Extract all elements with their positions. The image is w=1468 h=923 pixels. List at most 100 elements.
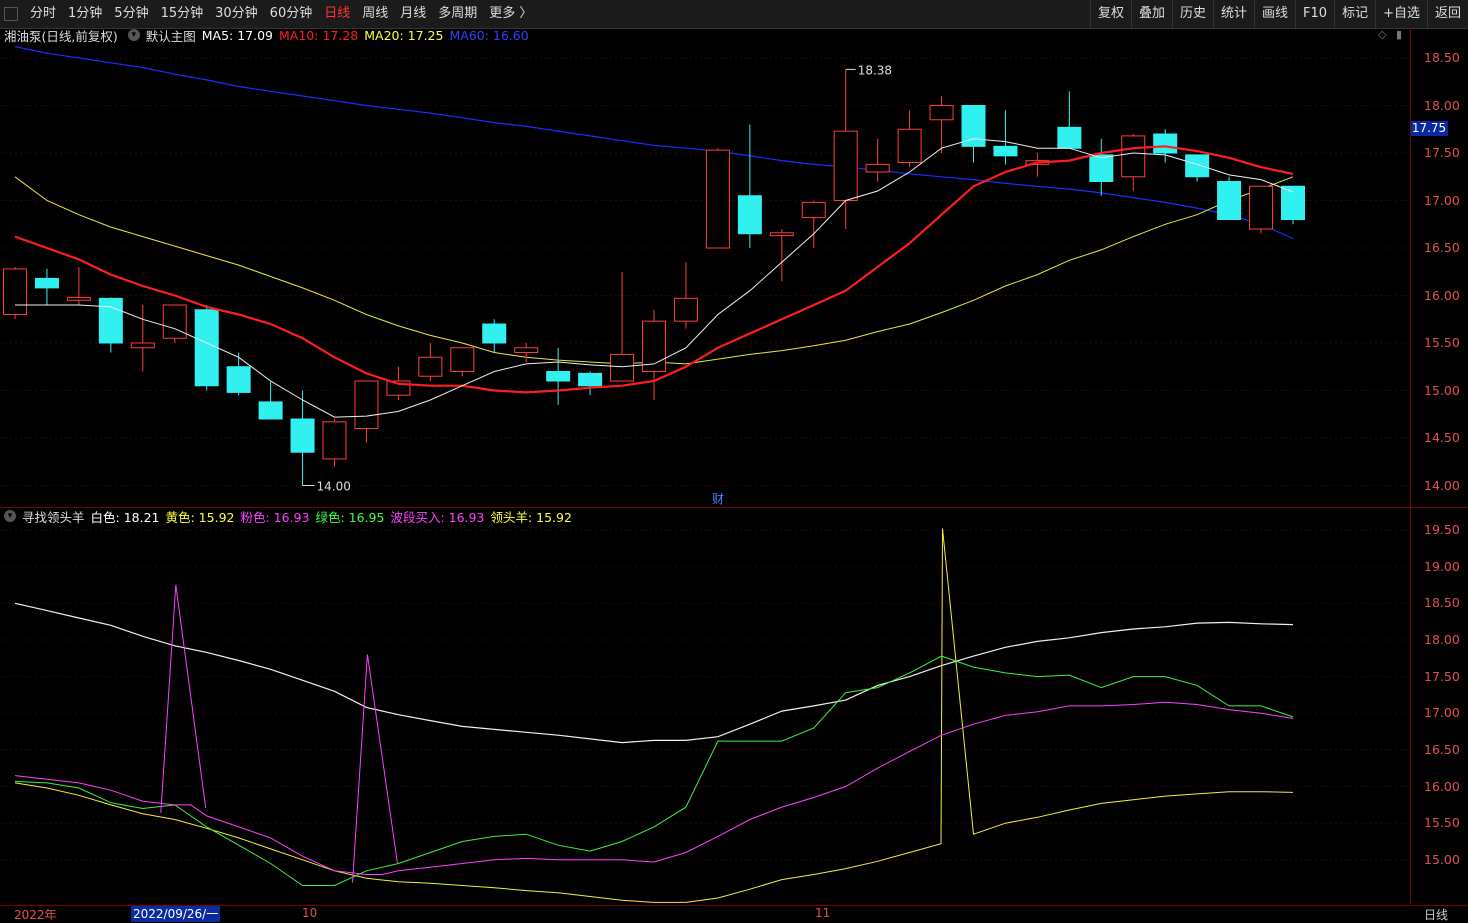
candle <box>1121 135 1146 178</box>
fin-marker: 财 <box>712 492 724 506</box>
ind-white-line <box>14 602 1294 744</box>
candle <box>737 195 762 235</box>
candle <box>1185 154 1210 178</box>
draw-button[interactable]: 画线 <box>1254 0 1295 28</box>
candle <box>993 145 1018 157</box>
high-label: 18.38 <box>858 63 892 77</box>
tab-5min[interactable]: 5分钟 <box>108 0 154 28</box>
ind-y-tick: 17.50 <box>1424 668 1460 684</box>
candle <box>258 401 283 420</box>
period-toolbar: 分时 1分钟 5分钟 15分钟 30分钟 60分钟 日线 周线 月线 多周期 更… <box>0 0 1468 29</box>
ind-pink-spike <box>160 584 207 813</box>
candle <box>322 421 347 460</box>
candle <box>801 201 826 219</box>
tab-more[interactable]: 更多 〉 <box>483 0 538 28</box>
indicator-chart[interactable] <box>0 509 1410 905</box>
ind-y-tick: 18.00 <box>1424 631 1460 647</box>
tool-buttons: 复权 叠加 历史 统计 画线 F10 标记 +自选 返回 <box>1089 0 1468 28</box>
tab-15min[interactable]: 15分钟 <box>155 0 210 28</box>
candle <box>418 356 443 377</box>
candle <box>1217 181 1242 220</box>
ind-y-tick: 18.50 <box>1424 595 1460 611</box>
candle <box>450 347 475 372</box>
ind-y-tick: 17.00 <box>1424 705 1460 721</box>
low-label: 14.00 <box>317 480 351 494</box>
overlay-button[interactable]: 叠加 <box>1130 0 1172 28</box>
candle <box>1249 185 1274 230</box>
candle <box>578 372 603 387</box>
candle <box>833 130 858 201</box>
ind-green-line <box>14 655 1294 886</box>
main-y-tick: 15.50 <box>1424 335 1460 350</box>
add-watchlist-button[interactable]: +自选 <box>1375 0 1427 28</box>
candle <box>162 304 187 339</box>
candle <box>1089 154 1114 183</box>
candle <box>290 418 315 453</box>
candle <box>673 297 698 322</box>
stats-button[interactable]: 统计 <box>1213 0 1254 28</box>
candle <box>961 105 986 147</box>
candle <box>929 105 954 121</box>
candle <box>1281 185 1305 220</box>
tab-60min[interactable]: 60分钟 <box>264 0 319 28</box>
candle <box>3 268 27 315</box>
main-y-tick: 18.00 <box>1424 97 1460 113</box>
candle <box>354 380 379 429</box>
ind-yellow-line <box>14 528 1294 903</box>
candlestick-chart[interactable]: 18.38 14.00 财 <box>0 40 1410 508</box>
x-label-year: 2022年 <box>14 908 57 922</box>
history-button[interactable]: 历史 <box>1171 0 1213 28</box>
ind-y-tick: 15.50 <box>1424 815 1460 831</box>
f10-button[interactable]: F10 <box>1295 0 1334 28</box>
candle <box>194 309 219 387</box>
candle <box>546 371 571 382</box>
ind-y-tick: 16.00 <box>1424 778 1460 794</box>
period-indicator: 日线 <box>1424 908 1449 922</box>
candle <box>66 296 91 301</box>
ind-y-tick: 19.50 <box>1424 522 1460 537</box>
candle <box>226 366 251 393</box>
ind-pink-line <box>14 701 1294 875</box>
candle <box>98 297 123 344</box>
main-y-tick: 17.50 <box>1424 145 1460 160</box>
main-y-tick: 16.00 <box>1424 287 1460 303</box>
candle <box>610 353 635 382</box>
main-y-tick: 17.00 <box>1424 192 1460 208</box>
candle <box>34 277 59 289</box>
main-y-tick: 15.00 <box>1424 382 1460 398</box>
x-label-oct: 10 <box>302 906 318 920</box>
axis-divider <box>1410 28 1411 905</box>
candle <box>897 128 922 163</box>
ind-y-tick: 19.00 <box>1424 558 1460 574</box>
mark-button[interactable]: 标记 <box>1334 0 1375 28</box>
candle <box>705 149 730 249</box>
current-price-box: 17.75 <box>1410 121 1448 137</box>
tab-weekly[interactable]: 周线 <box>356 0 394 28</box>
candle <box>482 323 507 344</box>
ind-pink-spike <box>352 654 398 883</box>
tab-daily[interactable]: 日线 <box>318 0 356 28</box>
x-selected-date: 2022/09/26/一 <box>131 906 221 922</box>
main-y-tick: 14.50 <box>1424 430 1460 445</box>
ind-y-tick: 15.00 <box>1424 851 1460 867</box>
x-label-nov: 11 <box>815 906 831 920</box>
tab-multi-period[interactable]: 多周期 <box>432 0 483 28</box>
candle <box>865 163 890 173</box>
toolbar-grip-icon[interactable] <box>4 7 18 21</box>
tab-30min[interactable]: 30分钟 <box>209 0 264 28</box>
candle <box>514 347 539 353</box>
tab-intraday[interactable]: 分时 <box>24 0 62 28</box>
main-y-tick: 18.50 <box>1424 50 1460 65</box>
main-y-tick: 16.50 <box>1424 240 1460 255</box>
candle <box>1057 126 1082 149</box>
tab-1min[interactable]: 1分钟 <box>62 0 108 28</box>
tab-monthly[interactable]: 月线 <box>394 0 432 28</box>
candle <box>130 342 155 349</box>
candle <box>1153 133 1178 154</box>
back-button[interactable]: 返回 <box>1426 0 1468 28</box>
adjust-button[interactable]: 复权 <box>1089 0 1131 28</box>
candle <box>769 232 794 237</box>
ind-y-tick: 16.50 <box>1424 741 1460 757</box>
main-y-tick: 14.00 <box>1424 477 1460 493</box>
period-tabs: 分时 1分钟 5分钟 15分钟 30分钟 60分钟 日线 周线 月线 多周期 更… <box>0 0 538 28</box>
